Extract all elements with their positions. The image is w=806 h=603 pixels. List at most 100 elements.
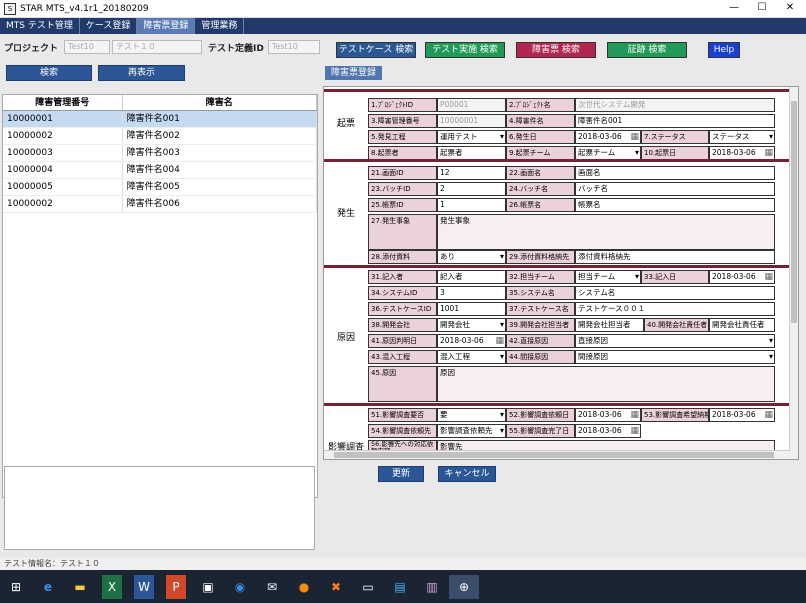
- word-icon[interactable]: W: [134, 574, 154, 599]
- windows-start-icon[interactable]: ⊞: [1, 575, 31, 599]
- batch-id-input[interactable]: 2: [437, 182, 506, 196]
- impact-required-dropdown[interactable]: 要: [437, 408, 506, 422]
- menu-defect-registration[interactable]: 障害票登録: [137, 18, 196, 34]
- occurrence-date-input[interactable]: 2018-03-06: [575, 130, 641, 144]
- table-row[interactable]: 10000005 障害件名005: [3, 179, 317, 196]
- indirect-cause-dropdown[interactable]: 間接原因: [575, 350, 775, 364]
- label-batch-name: 24.バッチ名: [506, 182, 575, 196]
- cell-defect-number: 10000004: [3, 162, 123, 178]
- cause-date-input[interactable]: 2018-03-06: [437, 334, 506, 348]
- phenomenon-textarea[interactable]: 発生事象: [437, 214, 775, 250]
- app-icon-taskbar[interactable]: ▤: [385, 575, 415, 599]
- xampp-icon[interactable]: ✖: [321, 575, 351, 599]
- label-occurrence-date: 6.発生日: [506, 130, 575, 144]
- redisplay-button[interactable]: 再表示: [98, 65, 185, 81]
- vertical-scroll-thumb[interactable]: [791, 101, 797, 323]
- project-code-field[interactable]: Test10: [64, 40, 111, 54]
- cmd-icon[interactable]: ▭: [353, 575, 383, 599]
- dev-company-manager-input[interactable]: 開発会社責任者: [709, 318, 775, 332]
- label-indirect-cause: 44.間接原因: [506, 350, 575, 364]
- impact-complete-date-input[interactable]: 2018-03-06: [575, 424, 641, 438]
- direct-cause-dropdown[interactable]: 直接原因: [575, 334, 775, 348]
- report-name-input[interactable]: 帳票名: [575, 198, 775, 212]
- form-vertical-scrollbar[interactable]: [789, 87, 798, 459]
- writer-input[interactable]: 記入者: [437, 270, 506, 284]
- label-defect-name: 4.障害件名: [506, 114, 575, 128]
- status-dropdown[interactable]: ステータス: [709, 130, 775, 144]
- store-icon[interactable]: ▣: [193, 575, 223, 599]
- table-row[interactable]: 10000001 障害件名001: [3, 111, 317, 128]
- cancel-button[interactable]: キャンセル: [438, 466, 496, 482]
- browser-icon[interactable]: ◉: [225, 575, 255, 599]
- table-row[interactable]: 10000002 障害件名006: [3, 196, 317, 213]
- label-system-name: 35.システム名: [506, 286, 575, 300]
- system-id-input[interactable]: 3: [437, 286, 506, 300]
- screen-name-input[interactable]: 画面名: [575, 166, 775, 180]
- form-horizontal-scrollbar[interactable]: [324, 450, 790, 459]
- help-button[interactable]: Help: [708, 42, 740, 58]
- label-project-name: 2.ﾌﾟﾛｼﾞｪｸﾄ名: [506, 98, 575, 112]
- reporter-input[interactable]: 起票者: [437, 146, 506, 160]
- menu-case-registration[interactable]: ケース登録: [80, 18, 138, 34]
- report-id-input[interactable]: 1: [437, 198, 506, 212]
- assigned-team-dropdown[interactable]: 担当チーム: [575, 270, 641, 284]
- powerpoint-icon[interactable]: P: [166, 574, 186, 599]
- section-label-kihyo: 起票: [336, 119, 355, 129]
- table-row[interactable]: 10000003 障害件名003: [3, 145, 317, 162]
- testcase-search-button[interactable]: テストケース 検索: [336, 42, 416, 58]
- write-date-input[interactable]: 2018-03-06: [709, 270, 775, 284]
- discovery-phase-dropdown[interactable]: 運用テスト: [437, 130, 506, 144]
- impact-due-date-input[interactable]: 2018-03-06: [709, 408, 775, 422]
- project-name-field[interactable]: テスト１０: [112, 40, 203, 54]
- system-name-input[interactable]: システム名: [575, 286, 775, 300]
- testdef-id-field[interactable]: Test10: [267, 40, 320, 54]
- menu-admin[interactable]: 管理業務: [195, 18, 245, 34]
- dev-company-dropdown[interactable]: 開発会社: [437, 318, 506, 332]
- evidence-search-button[interactable]: 証跡 検索: [607, 42, 687, 58]
- minimize-button[interactable]: —: [720, 0, 748, 16]
- menu-test-management[interactable]: MTS テスト管理: [0, 18, 80, 34]
- excel-icon[interactable]: X: [102, 574, 122, 599]
- header-defect-name[interactable]: 障害名: [123, 95, 317, 110]
- impact-request-date-input[interactable]: 2018-03-06: [575, 408, 641, 422]
- header-defect-number[interactable]: 障害管理番号: [3, 95, 123, 110]
- label-defect-number: 3.障害管理番号: [368, 114, 437, 128]
- mail-icon[interactable]: ✉: [257, 575, 287, 599]
- table-row[interactable]: 10000004 障害件名004: [3, 162, 317, 179]
- testcase-name-input[interactable]: テストケース００１: [575, 302, 775, 316]
- section-hassei: 発生 21.画面ID 12 22.画面名 画面名 23.バッチID 2 24.バ…: [324, 159, 790, 264]
- horizontal-scroll-thumb[interactable]: [334, 452, 774, 458]
- sheet-icon[interactable]: ▥: [417, 575, 447, 599]
- reporter-team-dropdown[interactable]: 起票チーム: [575, 146, 641, 160]
- left-pane: プロジェクト Test10 テスト１０ テスト定義ID Test10 検索 再表…: [0, 34, 320, 558]
- dev-company-contact-input[interactable]: 開発会社担当者: [575, 318, 644, 332]
- cause-textarea[interactable]: 原因: [437, 366, 775, 402]
- firefox-icon[interactable]: ●: [289, 575, 319, 599]
- batch-name-input[interactable]: バッチ名: [575, 182, 775, 196]
- mts-icon[interactable]: ⊕: [449, 574, 479, 599]
- defect-name-input[interactable]: 障害件名001: [575, 114, 775, 128]
- close-button[interactable]: ✕: [776, 0, 804, 16]
- app-icon: S: [4, 2, 16, 15]
- window-controls: — ☐ ✕: [720, 0, 804, 16]
- testcase-id-input[interactable]: 1001: [437, 302, 506, 316]
- attachment-dropdown[interactable]: あり: [437, 250, 506, 264]
- defect-search-button[interactable]: 障害票 検索: [516, 42, 596, 58]
- label-write-date: 33.記入日: [641, 270, 709, 284]
- screen-id-input[interactable]: 12: [437, 166, 506, 180]
- test-execution-search-button[interactable]: テスト実施 検索: [425, 42, 505, 58]
- tab-defect-registration[interactable]: 障害票登録: [325, 66, 383, 80]
- cell-defect-number: 10000002: [3, 128, 123, 144]
- maximize-button[interactable]: ☐: [748, 0, 776, 16]
- memo-area[interactable]: [4, 466, 315, 550]
- update-button[interactable]: 更新: [378, 466, 424, 482]
- label-dev-company: 38.開発会社: [368, 318, 437, 332]
- edge-icon[interactable]: e: [33, 575, 63, 599]
- search-button[interactable]: 検索: [6, 65, 92, 81]
- table-row[interactable]: 10000002 障害件名002: [3, 128, 317, 145]
- impact-request-target-dropdown[interactable]: 影響調査依頼先: [437, 424, 506, 438]
- report-date-input[interactable]: 2018-03-06: [709, 146, 775, 160]
- injection-phase-dropdown[interactable]: 混入工程: [437, 350, 506, 364]
- explorer-icon[interactable]: ▬: [65, 575, 95, 599]
- attachment-location-input[interactable]: 添付資料格納先: [575, 250, 775, 264]
